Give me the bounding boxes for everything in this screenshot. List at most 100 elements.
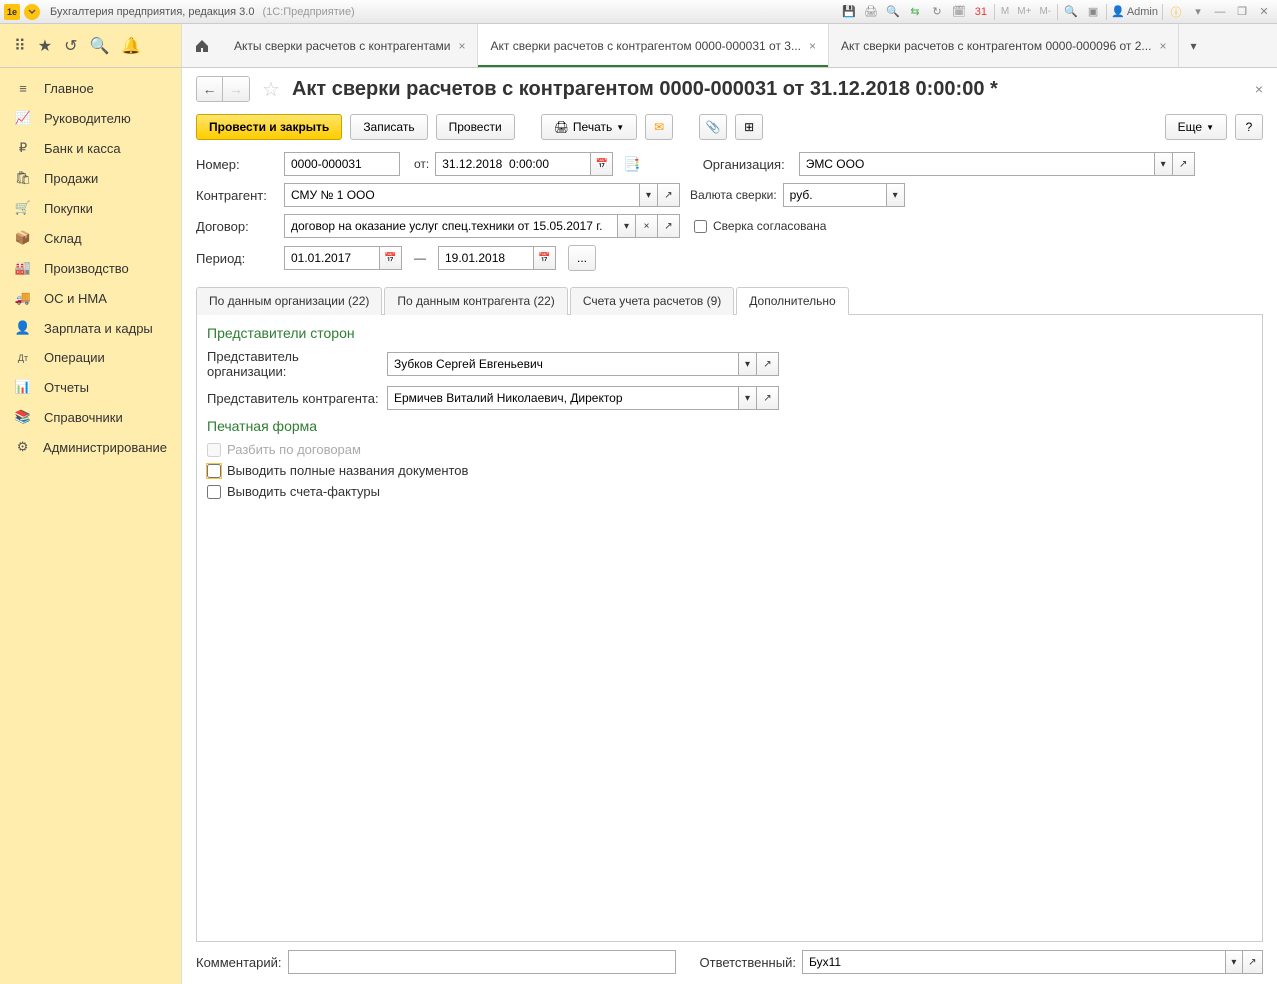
chevron-down-icon[interactable]: ▾ <box>618 214 636 238</box>
chevron-down-icon[interactable]: ▾ <box>739 386 757 410</box>
compare-icon[interactable]: ⇆ <box>906 3 924 21</box>
info-icon[interactable]: ⓘ <box>1167 3 1185 21</box>
sidebar-item-operations[interactable]: ДтОперации <box>0 343 181 372</box>
tab-additional[interactable]: Дополнительно <box>736 287 848 315</box>
clear-icon[interactable]: × <box>636 214 658 238</box>
zoom-icon[interactable]: 🔍 <box>1062 3 1080 21</box>
sidebar-item-manager[interactable]: 📈Руководителю <box>0 103 181 133</box>
print-button[interactable]: 🖨 Печать ▼ <box>541 114 637 140</box>
open-ref-icon[interactable]: ↗ <box>1243 950 1263 974</box>
preview-icon[interactable]: 🔍 <box>884 3 902 21</box>
calendar-picker-icon[interactable]: 📅 <box>591 152 613 176</box>
chevron-down-icon[interactable]: ▾ <box>640 183 658 207</box>
more-button[interactable]: Еще▼ <box>1165 114 1227 140</box>
agreed-checkbox-label[interactable]: Сверка согласована <box>694 219 826 233</box>
sidebar-item-main[interactable]: ≡Главное <box>0 74 181 103</box>
write-button[interactable]: Записать <box>350 114 427 140</box>
sidebar-item-bank[interactable]: ₽Банк и касса <box>0 133 181 163</box>
post-and-close-button[interactable]: Провести и закрыть <box>196 114 342 140</box>
refresh-icon[interactable]: ↻ <box>928 3 946 21</box>
app-dropdown-icon[interactable] <box>24 4 40 20</box>
close-tab-icon[interactable]: × <box>1159 39 1166 53</box>
m-btn[interactable]: M <box>999 6 1011 17</box>
sidebar-item-reports[interactable]: 📊Отчеты <box>0 372 181 402</box>
tab-other[interactable]: Акт сверки расчетов с контрагентом 0000-… <box>829 24 1179 67</box>
favorite-icon[interactable]: ★ <box>38 36 52 56</box>
chevron-down-icon[interactable]: ▾ <box>739 352 757 376</box>
sidebar-item-assets[interactable]: 🚚ОС и НМА <box>0 283 181 313</box>
attach-icon: 📎 <box>706 120 721 134</box>
print-icon[interactable]: 🖨 <box>862 3 880 21</box>
contract-input[interactable] <box>284 214 618 238</box>
currency-input[interactable] <box>783 183 887 207</box>
mail-button[interactable]: ✉ <box>645 114 673 140</box>
sidebar-item-production[interactable]: 🏭Производство <box>0 253 181 283</box>
full-names-row[interactable]: Выводить полные названия документов <box>207 463 1252 478</box>
contragent-input[interactable] <box>284 183 640 207</box>
info-caret[interactable]: ▾ <box>1189 3 1207 21</box>
sidebar-item-reference[interactable]: 📚Справочники <box>0 402 181 432</box>
calendar-picker-icon[interactable]: 📅 <box>380 246 402 270</box>
star-icon[interactable]: ☆ <box>262 77 280 102</box>
responsible-input[interactable] <box>802 950 1226 974</box>
date-input[interactable] <box>435 152 591 176</box>
tab-org-data[interactable]: По данным организации (22) <box>196 287 382 315</box>
rep-contr-input[interactable] <box>387 386 739 410</box>
calendar-picker-icon[interactable]: 📅 <box>534 246 556 270</box>
calc-icon[interactable]: 🗓 <box>950 3 968 21</box>
bell-icon[interactable]: 🔔 <box>121 36 141 56</box>
org-input[interactable] <box>799 152 1155 176</box>
rep-org-input[interactable] <box>387 352 739 376</box>
sidebar-item-sales[interactable]: 🛍Продажи <box>0 163 181 193</box>
history-icon[interactable]: ↺ <box>64 36 77 56</box>
sidebar-item-purchases[interactable]: 🛒Покупки <box>0 193 181 223</box>
m-plus-btn[interactable]: M+ <box>1015 6 1033 17</box>
user-indicator[interactable]: 👤 Admin <box>1111 5 1158 18</box>
chevron-down-icon[interactable]: ▾ <box>887 183 905 207</box>
calendar-icon[interactable]: 31 <box>972 3 990 21</box>
tab-list[interactable]: Акты сверки расчетов с контрагентами × <box>222 24 478 67</box>
open-ref-icon[interactable]: ↗ <box>658 214 680 238</box>
period-from-input[interactable] <box>284 246 380 270</box>
comment-input[interactable] <box>288 950 676 974</box>
open-ref-icon[interactable]: ↗ <box>1173 152 1195 176</box>
m-minus-btn[interactable]: M- <box>1037 6 1053 17</box>
period-to-input[interactable] <box>438 246 534 270</box>
post-status-icon[interactable]: 📑 <box>623 156 640 173</box>
maximize-icon[interactable]: ❐ <box>1233 3 1251 21</box>
open-ref-icon[interactable]: ↗ <box>757 386 779 410</box>
nav-back-button[interactable]: ← <box>197 77 223 101</box>
tab-accounts[interactable]: Счета учета расчетов (9) <box>570 287 734 315</box>
home-tab[interactable] <box>182 24 222 67</box>
panels-icon[interactable]: ▣ <box>1084 3 1102 21</box>
attach-button[interactable]: 📎 <box>699 114 727 140</box>
structure-button[interactable]: ⊞ <box>735 114 763 140</box>
tab-active[interactable]: Акт сверки расчетов с контрагентом 0000-… <box>478 24 828 67</box>
close-window-icon[interactable]: ✕ <box>1255 3 1273 21</box>
agreed-checkbox[interactable] <box>694 220 707 233</box>
chevron-down-icon[interactable]: ▾ <box>1226 950 1243 974</box>
open-ref-icon[interactable]: ↗ <box>757 352 779 376</box>
help-button[interactable]: ? <box>1235 114 1263 140</box>
search-icon[interactable]: 🔍 <box>89 36 109 56</box>
chevron-down-icon[interactable]: ▾ <box>1155 152 1173 176</box>
apps-icon[interactable]: ⠿ <box>14 36 26 56</box>
close-tab-icon[interactable]: × <box>809 39 816 53</box>
sidebar-item-admin[interactable]: ⚙Администрирование <box>0 432 181 462</box>
close-tab-icon[interactable]: × <box>458 39 465 53</box>
tabs-more-icon[interactable]: ▾ <box>1179 24 1207 67</box>
open-ref-icon[interactable]: ↗ <box>658 183 680 207</box>
invoices-checkbox[interactable] <box>207 485 221 499</box>
tab-contragent-data[interactable]: По данным контрагента (22) <box>384 287 567 315</box>
save-icon[interactable]: 💾 <box>840 3 858 21</box>
post-button[interactable]: Провести <box>436 114 515 140</box>
number-input[interactable] <box>284 152 400 176</box>
invoices-row[interactable]: Выводить счета-фактуры <box>207 484 1252 499</box>
sidebar-item-warehouse[interactable]: 📦Склад <box>0 223 181 253</box>
chevron-down-icon: ▼ <box>616 123 624 132</box>
minimize-icon[interactable]: — <box>1211 3 1229 21</box>
close-page-icon[interactable]: × <box>1255 81 1263 97</box>
period-more-button[interactable]: ... <box>568 245 596 271</box>
fullnames-checkbox[interactable] <box>207 464 221 478</box>
sidebar-item-salary[interactable]: 👤Зарплата и кадры <box>0 313 181 343</box>
